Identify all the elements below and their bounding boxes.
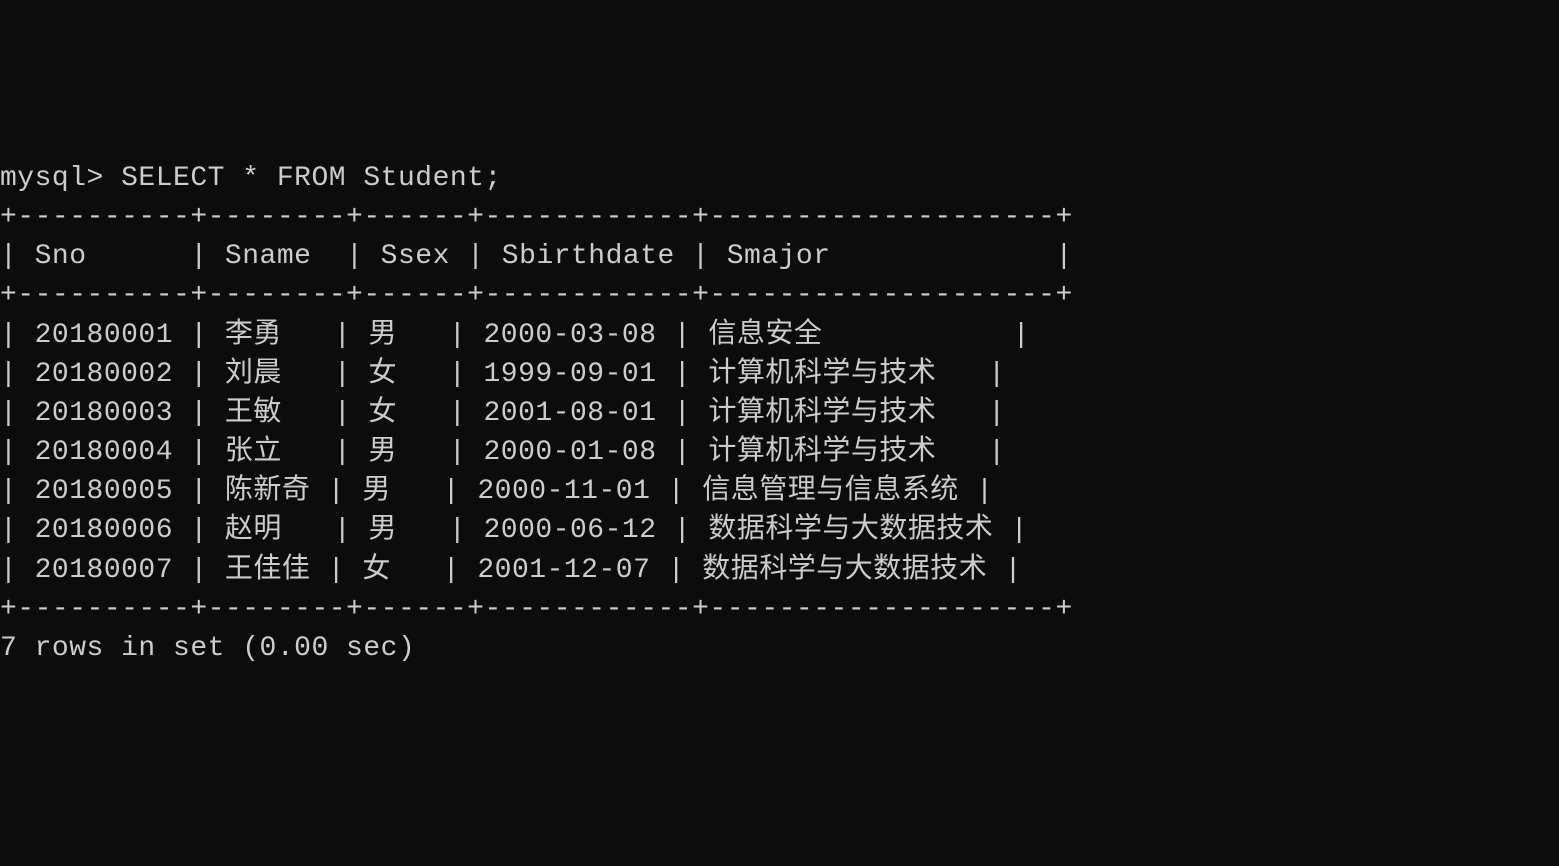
table-border-mid: +----------+--------+------+------------…	[0, 276, 1559, 315]
table-header: | Sno | Sname | Ssex | Sbirthdate | Smaj…	[0, 237, 1559, 276]
mysql-terminal[interactable]: mysql> SELECT * FROM Student;+----------…	[0, 159, 1559, 668]
mysql-prompt: mysql>	[0, 163, 121, 194]
table-border-bottom: +----------+--------+------+------------…	[0, 590, 1559, 629]
sql-query: SELECT * FROM Student;	[121, 163, 502, 194]
table-body: | 20180001 | 李勇 | 男 | 2000-03-08 | 信息安全 …	[0, 320, 1030, 586]
result-footer: 7 rows in set (0.00 sec)	[0, 629, 1559, 668]
query-line: mysql> SELECT * FROM Student;	[0, 159, 1559, 198]
table-border-top: +----------+--------+------+------------…	[0, 198, 1559, 237]
